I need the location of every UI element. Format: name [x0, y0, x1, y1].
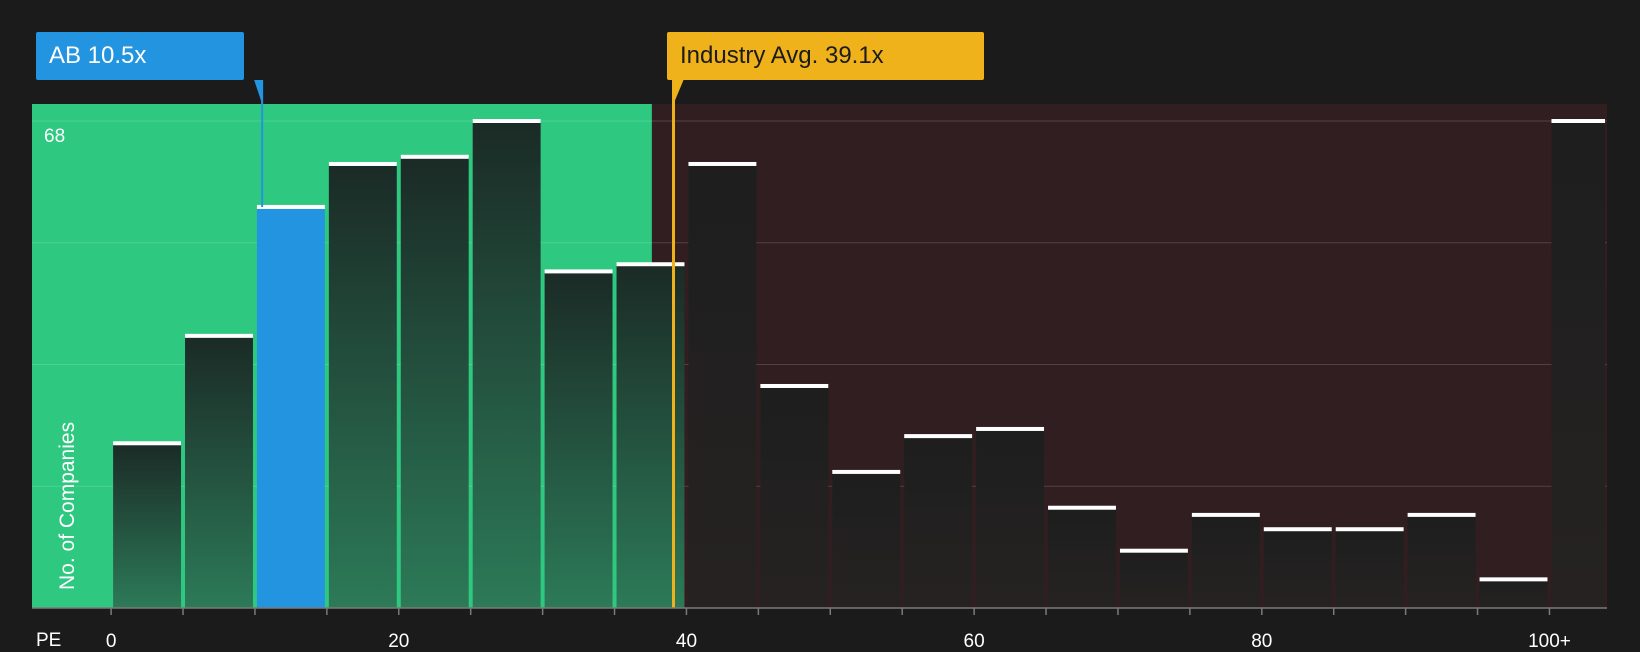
- histogram-bar-2: [256, 206, 325, 609]
- bar-top-line-1: [185, 333, 253, 338]
- bar-top-line-4: [400, 154, 469, 159]
- histogram-bar-9: [760, 385, 829, 608]
- histogram-bar-14: [1119, 550, 1188, 608]
- histogram-bar-0: [113, 443, 182, 608]
- bar-top-line-16: [1263, 527, 1332, 532]
- histogram-bar-6: [544, 271, 613, 608]
- x-axis-label: PE: [36, 630, 62, 651]
- histogram-bar-17: [1335, 529, 1404, 608]
- histogram-bar-13: [1048, 507, 1116, 608]
- bar-top-line-14: [1119, 548, 1188, 553]
- histogram-bar-1: [185, 335, 253, 608]
- histogram-bar-10: [832, 471, 901, 608]
- x-tick-label-0: 0: [106, 631, 117, 650]
- histogram-bar-5: [472, 121, 541, 608]
- histogram-bar-12: [976, 428, 1045, 608]
- x-tick-label-4: 80: [1251, 631, 1272, 650]
- histogram-bar-4: [400, 156, 469, 608]
- bar-top-line-12: [976, 426, 1045, 431]
- industry-avg-callout: Industry Avg. 39.1x: [667, 32, 984, 80]
- bar-top-line-0: [113, 441, 182, 446]
- bar-top-line-8: [688, 161, 757, 166]
- bar-top-line-13: [1048, 505, 1116, 510]
- bar-top-line-6: [544, 269, 613, 274]
- bar-top-line-20: [1551, 119, 1605, 123]
- bar-top-line-9: [760, 383, 829, 388]
- x-tick-label-2: 40: [676, 631, 697, 650]
- histogram-bar-15: [1191, 514, 1260, 608]
- bar-top-line-10: [832, 469, 901, 474]
- x-tick-label-3: 60: [964, 631, 985, 650]
- company-pe-callout: AB 10.5x: [36, 32, 244, 80]
- histogram-bar-19: [1479, 579, 1548, 608]
- bar-top-line-18: [1407, 512, 1476, 517]
- histogram-bar-18: [1407, 514, 1476, 608]
- bar-top-line-2: [256, 204, 325, 209]
- bar-top-line-5: [472, 119, 541, 123]
- x-tick-label-1: 20: [388, 631, 409, 650]
- bar-top-line-15: [1191, 512, 1260, 517]
- histogram-bar-20: [1551, 121, 1605, 608]
- y-axis-label: No. of Companies: [56, 421, 79, 590]
- histogram-bar-11: [904, 436, 973, 608]
- company-callout-pointer: [254, 80, 263, 104]
- bar-top-line-11: [904, 434, 973, 439]
- histogram-bar-16: [1263, 529, 1332, 608]
- bar-top-line-17: [1335, 527, 1404, 532]
- y-axis-max-label: 68: [44, 126, 66, 147]
- pe-distribution-chart: 0 20 40 60 80 100+: [32, 80, 1607, 650]
- histogram-bar-3: [328, 163, 397, 608]
- bar-top-line-3: [328, 161, 397, 166]
- x-tick-label-5: 100+: [1528, 631, 1571, 650]
- histogram-bar-8: [688, 163, 757, 608]
- bar-top-line-19: [1479, 577, 1548, 582]
